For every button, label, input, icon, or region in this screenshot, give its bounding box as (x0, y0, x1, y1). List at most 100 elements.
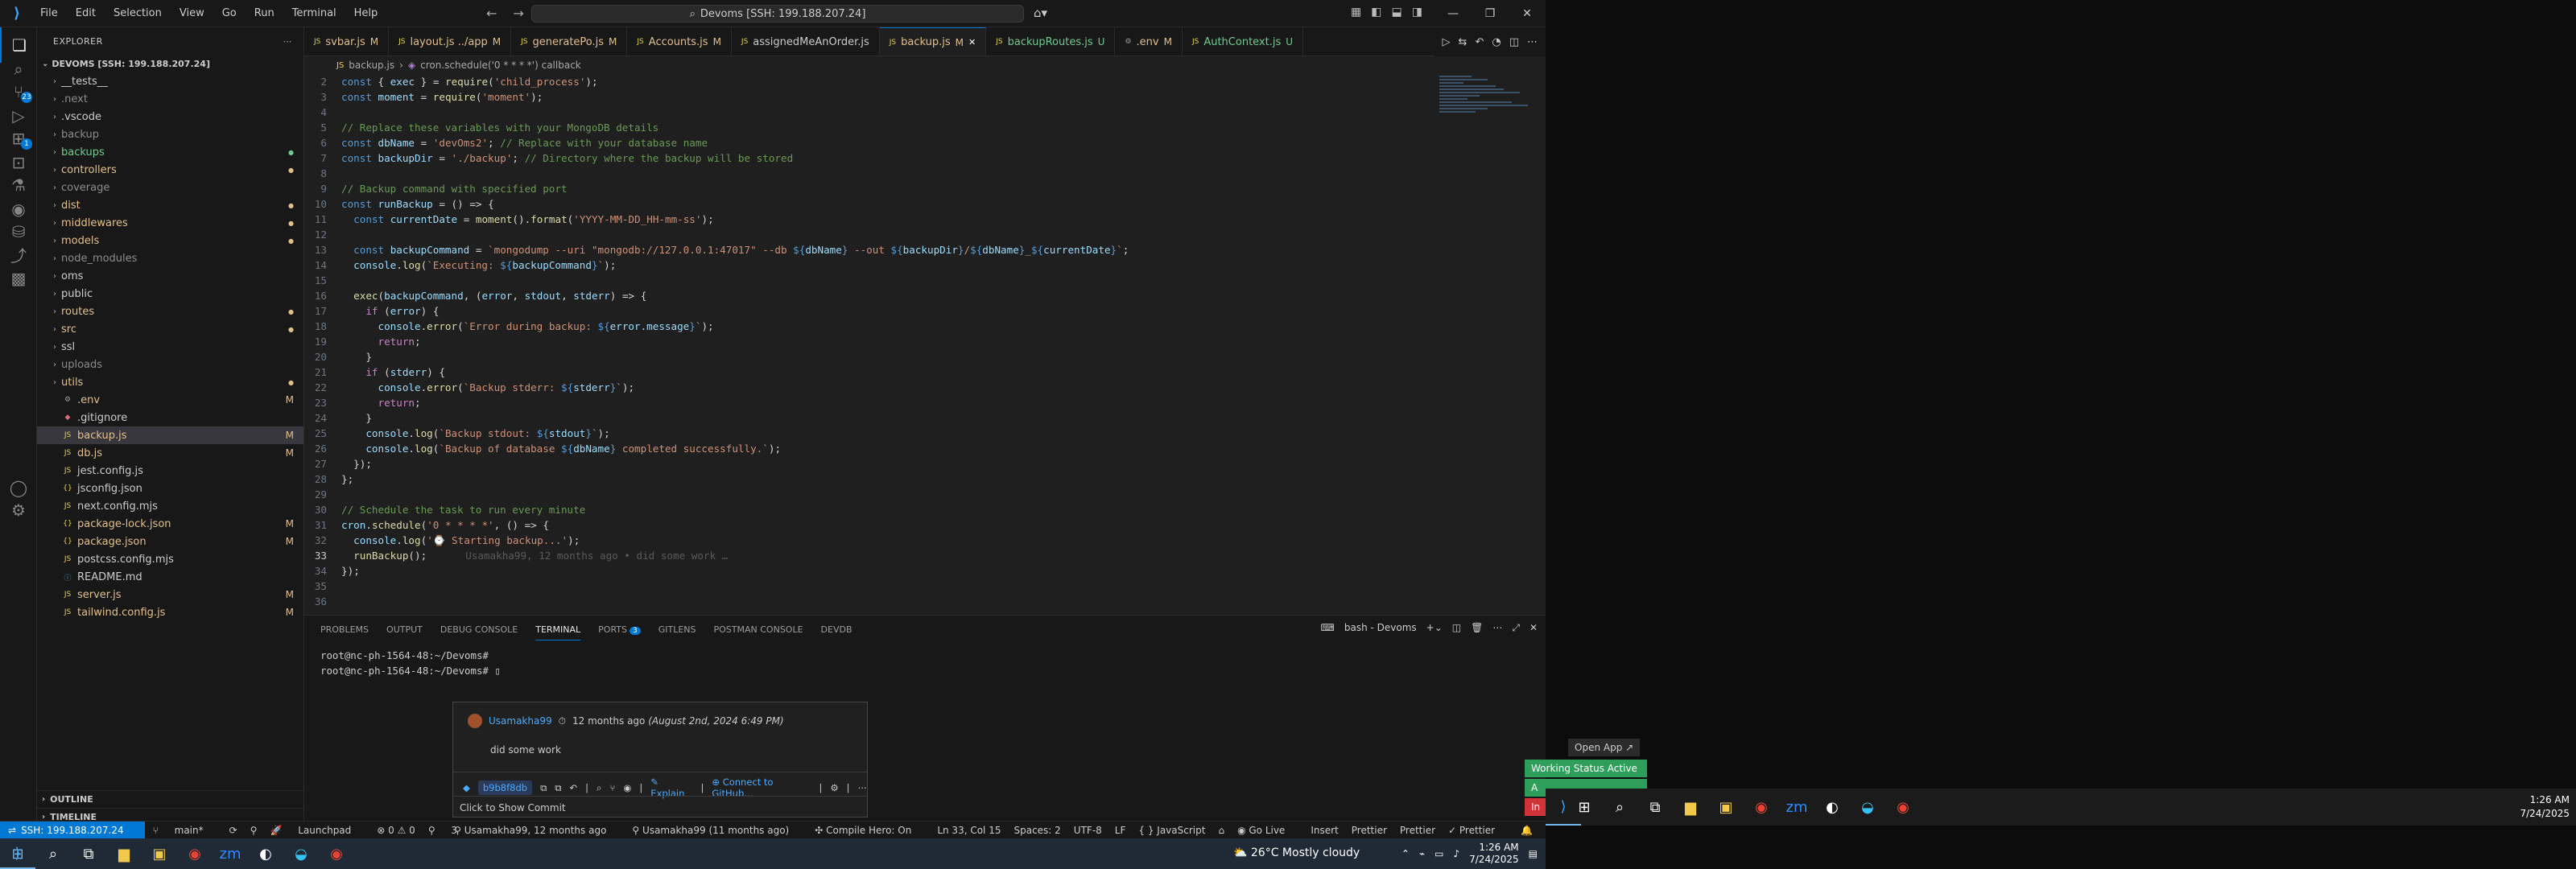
commit-details-icon[interactable]: ◉ (623, 782, 631, 793)
folder-item[interactable]: › routes ● (37, 303, 303, 320)
code-line[interactable]: 27 }); (304, 456, 1431, 472)
file-item[interactable]: JS postcss.config.mjs (37, 550, 303, 568)
folder-item[interactable]: › oms (37, 267, 303, 285)
restore-icon[interactable]: ❐ (1472, 0, 1509, 27)
code-line[interactable]: 12 (304, 227, 1431, 242)
compare-icon[interactable]: ⇆ (1459, 36, 1468, 48)
file-item[interactable]: JS backup.js M (37, 426, 303, 444)
code-line[interactable]: 17 if (error) { (304, 303, 1431, 319)
file-item[interactable]: JS jest.config.js (37, 462, 303, 480)
launchpad-item[interactable]: 🚀 Launchpad (270, 825, 364, 836)
kill-terminal-icon[interactable]: 🗑 (1471, 622, 1483, 634)
editor-tab[interactable]: JS generatePo.js M (511, 27, 628, 56)
minimap[interactable] (1439, 74, 1536, 187)
editor-tab[interactable]: JS assignedMeAnOrder.js (732, 27, 880, 56)
code-line[interactable]: 36 (304, 594, 1431, 609)
panel-tab-gitlens[interactable]: GITLENS (658, 624, 696, 635)
split-terminal-icon[interactable]: ◫ (1452, 622, 1461, 634)
run-file-icon[interactable]: ▷ (1443, 36, 1451, 48)
settings-gear-icon[interactable]: ⚙ (830, 782, 838, 793)
insert-mode[interactable]: Insert (1311, 825, 1338, 836)
command-center[interactable]: ⌕ Devoms [SSH: 199.188.207.24] (531, 5, 1024, 23)
network-icon[interactable]: ⌁ (1419, 848, 1425, 859)
code-line[interactable]: 34}); (304, 563, 1431, 579)
folder-item[interactable]: › src ● (37, 320, 303, 338)
panel-tab-output[interactable]: OUTPUT (386, 624, 423, 635)
copilot-status-icon[interactable]: ⌂ (1218, 825, 1224, 836)
back-arrow-icon[interactable]: ← (486, 6, 497, 21)
toggle-secondary-sidebar-icon[interactable]: ◨ (1412, 6, 1422, 19)
file-item[interactable]: JS server.js M (37, 586, 303, 603)
file-item[interactable]: JS tailwind.config.js M (37, 603, 303, 621)
file-item[interactable]: ◆ .gitignore (37, 409, 303, 426)
close-icon[interactable]: ✕ (1509, 0, 1546, 27)
code-line[interactable]: 29 (304, 487, 1431, 502)
file-item[interactable]: {} package.json M (37, 533, 303, 550)
editor-tab[interactable]: JS layout.js ../app M (389, 27, 512, 56)
menu-item-help[interactable]: Help (348, 4, 385, 23)
code-line[interactable]: 20 } (304, 349, 1431, 364)
close-tab-icon[interactable]: ✕ (968, 37, 976, 47)
code-line[interactable]: 3 const moment = require('moment'); (304, 89, 1431, 105)
code-line[interactable]: 4 (304, 105, 1431, 120)
toggle-panel-icon[interactable]: ⬓ (1391, 6, 1402, 19)
gitlens-blame-icon[interactable]: ◔ (1492, 36, 1501, 48)
menu-item-file[interactable]: File (34, 4, 64, 23)
editor-tab[interactable]: JS AuthContext.js U (1183, 27, 1304, 56)
editor-tab[interactable]: JS Accounts.js M (627, 27, 732, 56)
panel-more-icon[interactable]: ⋯ (1492, 622, 1502, 634)
folder-item[interactable]: › backup (37, 126, 303, 143)
menu-item-terminal[interactable]: Terminal (286, 4, 343, 23)
file-item[interactable]: ⚙ .env M (37, 391, 303, 409)
edge-icon[interactable]: ◒ (1850, 789, 1885, 826)
panel-tab-terminal[interactable]: TERMINAL (535, 619, 581, 640)
folder-item[interactable]: › uploads (37, 356, 303, 373)
app-icon[interactable]: ◐ (248, 838, 283, 869)
prettier-status[interactable]: Prettier (1400, 825, 1435, 836)
sync-icon[interactable]: ⟳ (229, 825, 237, 836)
code-line[interactable]: 9 // Backup command with specified port (304, 181, 1431, 196)
graph-icon[interactable]: ⑂ (609, 782, 615, 793)
code-line[interactable]: 13 const backupCommand = `mongodump --ur… (304, 242, 1431, 257)
code-line[interactable]: 10 const runBackup = () => { (304, 196, 1431, 212)
app-icon[interactable]: ◐ (1814, 789, 1850, 826)
close-panel-icon[interactable]: ✕ (1530, 622, 1538, 634)
code-line[interactable]: 21 if (stderr) { (304, 364, 1431, 380)
remote-indicator[interactable]: ⇌ SSH: 199.188.207.24 (0, 821, 145, 838)
toggle-sidebar-icon[interactable]: ◧ (1371, 6, 1381, 19)
code-line[interactable]: 5 // Replace these variables with your Mo… (304, 120, 1431, 135)
new-terminal-icon[interactable]: +⌄ (1426, 622, 1443, 634)
commit-author[interactable]: Usamakha99 (489, 715, 552, 727)
end-of-line[interactable]: LF (1115, 825, 1126, 836)
cursor-position[interactable]: Ln 33, Col 15 (937, 825, 1001, 836)
store-icon[interactable]: ▣ (1708, 789, 1744, 826)
folder-item[interactable]: › .vscode (37, 108, 303, 126)
forward-arrow-icon[interactable]: → (513, 6, 523, 21)
git-graph-icon[interactable]: ⚲ (250, 825, 258, 836)
code-editor[interactable]: 2 const { exec } = require('child_process… (304, 74, 1447, 615)
copilot-icon[interactable]: ⌂▾ (1034, 6, 1047, 20)
panel-tab-devdb[interactable]: DEVDB (821, 624, 852, 635)
task-view-icon[interactable]: ⧉ (1637, 789, 1673, 826)
editor-tab[interactable]: JS backupRoutes.js U (986, 27, 1116, 56)
workspace-root[interactable]: ⌄ DEVOMS [SSH: 199.188.207.24] (37, 55, 303, 72)
panel-tab-postman-console[interactable]: POSTMAN CONSOLE (714, 624, 803, 635)
menu-item-view[interactable]: View (173, 4, 211, 23)
code-line[interactable]: 15 (304, 273, 1431, 288)
menu-item-selection[interactable]: Selection (107, 4, 168, 23)
code-line[interactable]: 25 console.log(`Backup stdout: ${stdout}… (304, 426, 1431, 441)
weather-widget[interactable]: ⛅ 26°C Mostly cloudy (1233, 846, 1360, 859)
menu-item-go[interactable]: Go (216, 4, 243, 23)
editor-more-icon[interactable]: ⋯ (1527, 36, 1538, 48)
vscode-taskbar-icon[interactable]: ⟩ (0, 838, 35, 869)
outline-section[interactable]: › OUTLINE (37, 790, 304, 808)
file-explorer-icon[interactable]: ▆ (106, 838, 142, 869)
code-line[interactable]: 11 const currentDate = moment().format('… (304, 212, 1431, 227)
folder-item[interactable]: › public (37, 285, 303, 303)
code-line[interactable]: 26 console.log(`Backup of database ${dbN… (304, 441, 1431, 456)
indentation[interactable]: Spaces: 2 (1013, 825, 1060, 836)
notification-center-icon[interactable]: ▤ (1529, 848, 1538, 859)
more-icon[interactable]: ⋯ (858, 782, 868, 793)
code-line[interactable]: 35 (304, 579, 1431, 594)
prettier-status[interactable]: Prettier (1352, 825, 1387, 836)
